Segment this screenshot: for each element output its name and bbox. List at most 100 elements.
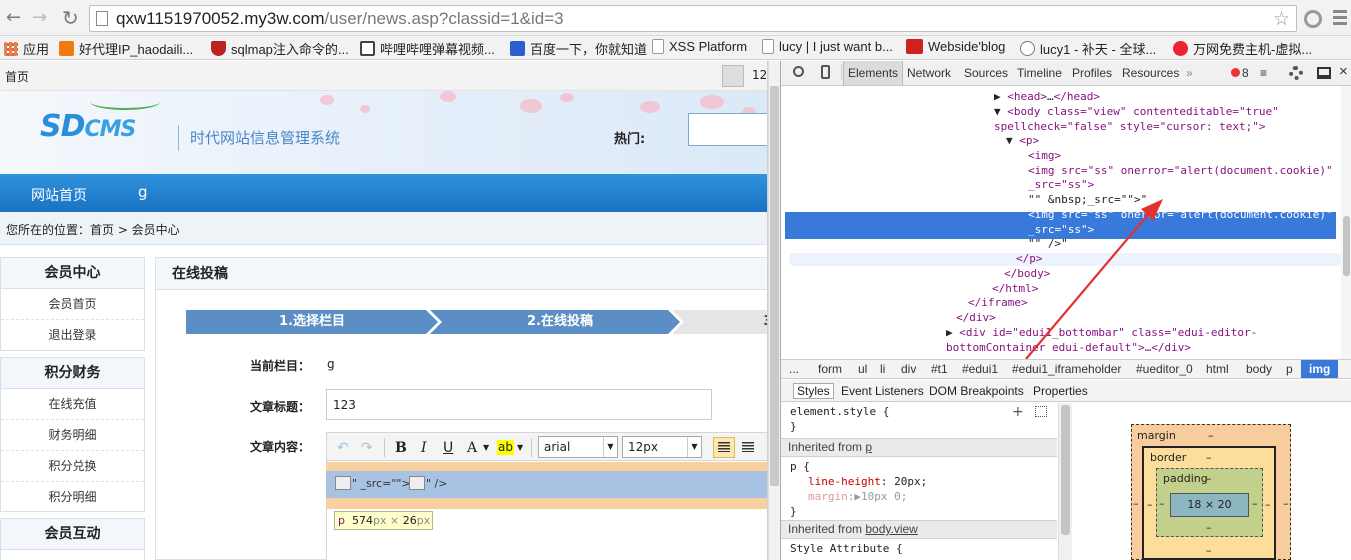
inherited-link[interactable]: body.view bbox=[865, 522, 917, 536]
title-input[interactable]: 123 bbox=[326, 389, 712, 420]
tab-dom-breakpoints[interactable]: DOM Breakpoints bbox=[929, 384, 1024, 398]
toolbar-divider bbox=[531, 438, 532, 457]
italic-button[interactable]: I bbox=[421, 438, 427, 458]
bookmark-apps[interactable]: 应用 bbox=[4, 39, 49, 58]
styles-scrollbar[interactable] bbox=[1058, 403, 1072, 560]
sidebar-item-points-detail[interactable]: 积分明细 bbox=[1, 482, 144, 513]
sidebar-item-points-exchange[interactable]: 积分兑换 bbox=[1, 451, 144, 482]
inherited-link[interactable]: p bbox=[865, 440, 872, 454]
chevron-down-icon[interactable]: ▼ bbox=[483, 438, 489, 458]
box-border-label: border bbox=[1150, 451, 1187, 464]
tab-event-listeners[interactable]: Event Listeners bbox=[841, 384, 924, 398]
bookmark-item[interactable]: lucy1 - 补天 - 全球... bbox=[1020, 39, 1156, 58]
crumb[interactable]: #ueditor_0 bbox=[1136, 362, 1193, 376]
line-height-decl[interactable]: line-height: 20px; bbox=[808, 474, 927, 489]
sidebar-item-recharge[interactable]: 在线充值 bbox=[1, 389, 144, 420]
forward-icon[interactable]: → bbox=[32, 8, 47, 28]
crumb[interactable]: body bbox=[1246, 362, 1272, 376]
undo-icon[interactable]: ↶ bbox=[337, 438, 349, 458]
element-style-rule[interactable]: element.style { bbox=[790, 404, 889, 419]
nav-home[interactable]: 网站首页 bbox=[31, 185, 87, 205]
bold-button[interactable]: B bbox=[395, 438, 407, 458]
tab-styles[interactable]: Styles bbox=[793, 383, 834, 399]
nav-g[interactable]: g bbox=[138, 183, 148, 201]
tab-properties[interactable]: Properties bbox=[1033, 384, 1088, 398]
petal-decor bbox=[360, 105, 370, 113]
font-size-select[interactable]: 12px ▼ bbox=[622, 436, 702, 458]
search-input[interactable] bbox=[688, 113, 768, 146]
page-scrollbar[interactable] bbox=[768, 61, 780, 560]
crumb[interactable]: ul bbox=[858, 362, 867, 376]
toggle-state-icon[interactable] bbox=[1035, 406, 1047, 417]
margin-decl[interactable]: margin:▶10px 0; bbox=[808, 489, 907, 504]
add-rule-icon[interactable]: + bbox=[1012, 404, 1024, 420]
bookmark-label: 应用 bbox=[23, 42, 50, 57]
sidebar-item-logout[interactable]: 退出登录 bbox=[1, 320, 144, 351]
ip-icon bbox=[59, 41, 74, 56]
highlight-button[interactable]: ab bbox=[497, 440, 514, 455]
chevron-down-icon[interactable]: ▼ bbox=[517, 438, 523, 458]
title-input-value: 123 bbox=[333, 398, 356, 412]
top-home-link[interactable]: 首页 bbox=[5, 68, 29, 85]
bookmark-item[interactable]: 万网免费主机-虚拟... bbox=[1173, 39, 1312, 58]
align-center-icon[interactable] bbox=[742, 442, 754, 452]
annotation-arrow bbox=[1025, 199, 1163, 360]
back-icon[interactable]: ← bbox=[6, 8, 21, 28]
bookmark-item[interactable]: Webside'blog bbox=[906, 39, 1005, 54]
url-text: qxw1151970052.my3w.com/user/news.asp?cla… bbox=[116, 9, 564, 29]
site-subtitle: 时代网站信息管理系统 bbox=[190, 129, 341, 147]
page-icon bbox=[762, 39, 774, 54]
bookmark-star-icon[interactable]: ☆ bbox=[1273, 8, 1290, 30]
crumb[interactable]: #edui1 bbox=[962, 362, 998, 376]
tooltip-unit: px bbox=[416, 514, 431, 527]
bookmark-item[interactable]: 百度一下，你就知道 bbox=[510, 39, 647, 58]
crumb[interactable]: li bbox=[880, 362, 885, 376]
extension-icon[interactable] bbox=[1304, 10, 1322, 28]
logo-sd: SD bbox=[40, 109, 86, 144]
sidebar-item-finance-detail[interactable]: 财务明细 bbox=[1, 420, 144, 451]
arrow-shaft bbox=[1025, 210, 1152, 360]
reload-icon[interactable]: ↻ bbox=[62, 8, 79, 28]
box-model-content: 18 × 20 bbox=[1170, 493, 1249, 517]
chevron-down-icon: ▼ bbox=[687, 437, 701, 457]
bookmark-item[interactable]: lucy | I just want b... bbox=[762, 39, 893, 54]
dom-breadcrumbs: ... form ul li div #t1 #edui1 #edui1_ifr… bbox=[781, 359, 1351, 379]
sidebar-tabs: Styles Event Listeners DOM Breakpoints P… bbox=[781, 380, 1351, 402]
chrome-menu-icon[interactable] bbox=[1333, 10, 1347, 28]
devtools-panel: Elements Network Sources Timeline Profil… bbox=[780, 61, 1351, 560]
sidebar-item-home[interactable]: 会员首页 bbox=[1, 289, 144, 320]
apps-icon bbox=[4, 41, 18, 56]
site-topbar: 首页 12 bbox=[0, 61, 768, 91]
crumb[interactable]: p bbox=[1286, 362, 1293, 376]
crumb[interactable]: html bbox=[1206, 362, 1229, 376]
crumb[interactable]: #t1 bbox=[931, 362, 948, 376]
underline-button[interactable]: U bbox=[443, 438, 453, 458]
bookmark-label: 百度一下，你就知道 bbox=[530, 42, 648, 57]
box-padding-left: – bbox=[1159, 497, 1165, 510]
styles-scrollbar-thumb[interactable] bbox=[1061, 405, 1070, 535]
tooltip-x: × bbox=[389, 514, 400, 527]
p-rule[interactable]: p { bbox=[790, 459, 810, 474]
petal-decor bbox=[700, 95, 724, 109]
web-page: 首页 12 SDCMS 时代网站信息管理系统 热门: 网站首页 g 您所在的位置… bbox=[0, 61, 768, 560]
bookmark-item[interactable]: XSS Platform bbox=[652, 39, 747, 54]
font-family-select[interactable]: arial ▼ bbox=[538, 436, 618, 458]
crumb[interactable]: ... bbox=[789, 362, 799, 376]
address-bar[interactable]: qxw1151970052.my3w.com/user/news.asp?cla… bbox=[89, 5, 1297, 32]
crumb[interactable]: div bbox=[901, 362, 916, 376]
crumb-selected[interactable]: img bbox=[1301, 360, 1339, 378]
crumb[interactable]: form bbox=[818, 362, 842, 376]
redo-icon[interactable]: ↷ bbox=[361, 438, 373, 458]
bookmark-item[interactable]: sqlmap注入命令的... bbox=[211, 39, 349, 58]
bookmark-item[interactable]: 好代理IP_haodaili... bbox=[59, 39, 193, 58]
style-attribute-rule[interactable]: Style Attribute { bbox=[790, 541, 903, 556]
bookmark-label: 万网免费主机-虚拟... bbox=[1193, 42, 1313, 57]
font-color-button[interactable]: A bbox=[467, 438, 477, 458]
scrollbar-thumb[interactable] bbox=[770, 86, 779, 486]
sidebar-panel-member: 会员中心 会员首页 退出登录 bbox=[0, 257, 145, 351]
chevron-down-icon: ▼ bbox=[603, 437, 617, 457]
shield-icon bbox=[211, 41, 226, 56]
box-padding-label: padding bbox=[1163, 472, 1208, 485]
crumb[interactable]: #edui1_iframeholder bbox=[1012, 362, 1121, 376]
bookmark-item[interactable]: 哔哩哔哩弹幕视频... bbox=[360, 39, 495, 58]
